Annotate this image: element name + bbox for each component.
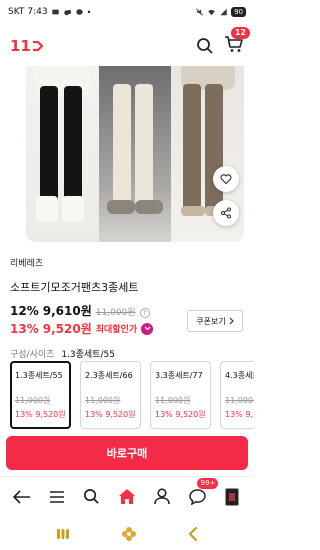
nav-talk[interactable]: 99+ — [185, 477, 219, 509]
signal-icon — [220, 8, 227, 16]
back-system-icon[interactable] — [188, 527, 198, 541]
nav-back[interactable] — [10, 485, 34, 509]
wifi-icon — [208, 9, 215, 16]
home-flower-icon[interactable] — [121, 526, 137, 542]
chevron-down-icon[interactable] — [141, 322, 154, 335]
recent-apps-icon[interactable] — [56, 528, 70, 540]
chat-icon — [189, 488, 206, 505]
notification-icon — [51, 9, 59, 15]
nav-home[interactable] — [115, 485, 139, 509]
coupon-button[interactable]: 쿠폰보기 — [187, 310, 243, 332]
nav-recent[interactable] — [220, 485, 244, 509]
mute-icon — [196, 8, 204, 16]
home-icon — [118, 489, 135, 504]
product-photo-ivory — [98, 66, 172, 242]
chevron-right-icon — [229, 317, 234, 325]
nav-search[interactable] — [80, 485, 104, 509]
cart-button[interactable]: 12 — [224, 27, 250, 57]
option-sale-price: 13% 9,520원 — [85, 410, 136, 419]
share-button[interactable] — [213, 200, 239, 226]
option-sale-price: 13% 9,520원 — [155, 410, 206, 419]
logo[interactable]: 11 — [10, 37, 43, 55]
person-icon — [154, 488, 170, 505]
coupon-label: 쿠폰보기 — [196, 316, 226, 326]
bottom-nav: 99+ — [0, 476, 254, 516]
cart-badge: 12 — [230, 27, 250, 39]
discount-percent: 12% — [10, 304, 39, 318]
nav-my[interactable] — [150, 485, 174, 509]
original-price: 11,000원 — [95, 308, 136, 318]
share-icon — [221, 207, 231, 219]
dot-icon: • — [86, 7, 92, 17]
option-label-row: 구성/사이즈 1.3종세트/55 — [10, 347, 115, 360]
help-icon[interactable]: ? — [139, 308, 150, 318]
option-original-price: 11,000원 — [225, 396, 254, 405]
option-list: 1.3종세트/55 11,000원 13% 9,520원 2.3종세트/66 1… — [10, 361, 254, 429]
talk-badge: 99+ — [197, 477, 219, 489]
product-image[interactable] — [26, 66, 244, 242]
product-photo-black — [26, 66, 99, 242]
option-name: 3.3종세트/77 — [155, 371, 203, 380]
nav-menu[interactable] — [45, 485, 69, 509]
option-original-price: 11,000원 — [15, 396, 51, 405]
max-discount-row[interactable]: 13% 9,520원 최대할인가 — [10, 320, 154, 337]
option-original-price: 11,000원 — [155, 396, 191, 405]
carrier-text: SKT — [8, 7, 25, 17]
app-header: 11 12 — [0, 26, 254, 66]
search-icon — [84, 489, 100, 504]
option-card[interactable]: 2.3종세트/66 11,000원 13% 9,520원 — [80, 361, 141, 429]
buy-now-button[interactable]: 바로구매 — [6, 436, 248, 470]
option-card[interactable]: 4.3종세트/88 11,000원 13% 9,520원 — [220, 361, 254, 429]
system-nav — [0, 518, 254, 550]
option-name: 2.3종세트/66 — [85, 371, 133, 380]
option-sale-price: 13% 9,520원 — [15, 410, 66, 419]
option-label: 구성/사이즈 — [10, 350, 55, 360]
max-discount-label: 최대할인가 — [95, 325, 138, 335]
option-sale-price: 13% 9,520원 — [225, 410, 254, 419]
max-discount-price: 9,520원 — [42, 322, 92, 336]
max-discount-percent: 13% — [10, 321, 39, 336]
status-bar: SKT 7:43 • 90 — [0, 0, 254, 24]
time-text: 7:43 — [27, 7, 48, 17]
search-icon[interactable] — [196, 37, 214, 55]
logo-arrow-icon — [32, 40, 43, 52]
talk-icon — [75, 9, 83, 15]
option-name: 4.3종세트/88 — [225, 371, 254, 380]
product-title: 소프트기모조거팬츠3종세트 — [10, 281, 139, 294]
option-card[interactable]: 3.3종세트/77 11,000원 13% 9,520원 — [150, 361, 211, 429]
battery-indicator: 90 — [231, 7, 246, 17]
arrow-left-icon — [12, 489, 30, 504]
cloud-icon — [63, 10, 71, 16]
recent-thumbnail — [225, 487, 240, 506]
option-selected-value: 1.3종세트/55 — [61, 350, 115, 360]
heart-icon — [220, 174, 232, 185]
logo-text: 11 — [10, 37, 31, 55]
option-original-price: 11,000원 — [85, 396, 121, 405]
wishlist-button[interactable] — [213, 166, 239, 192]
option-card[interactable]: 1.3종세트/55 11,000원 13% 9,520원 — [10, 361, 71, 429]
sale-price: 9,610원 — [42, 304, 92, 318]
brand-name[interactable]: 리베레츠 — [10, 256, 43, 269]
option-name: 1.3종세트/55 — [15, 371, 63, 380]
menu-icon — [49, 490, 64, 503]
price-row: 12% 9,610원 11,000원 ? — [10, 302, 150, 319]
